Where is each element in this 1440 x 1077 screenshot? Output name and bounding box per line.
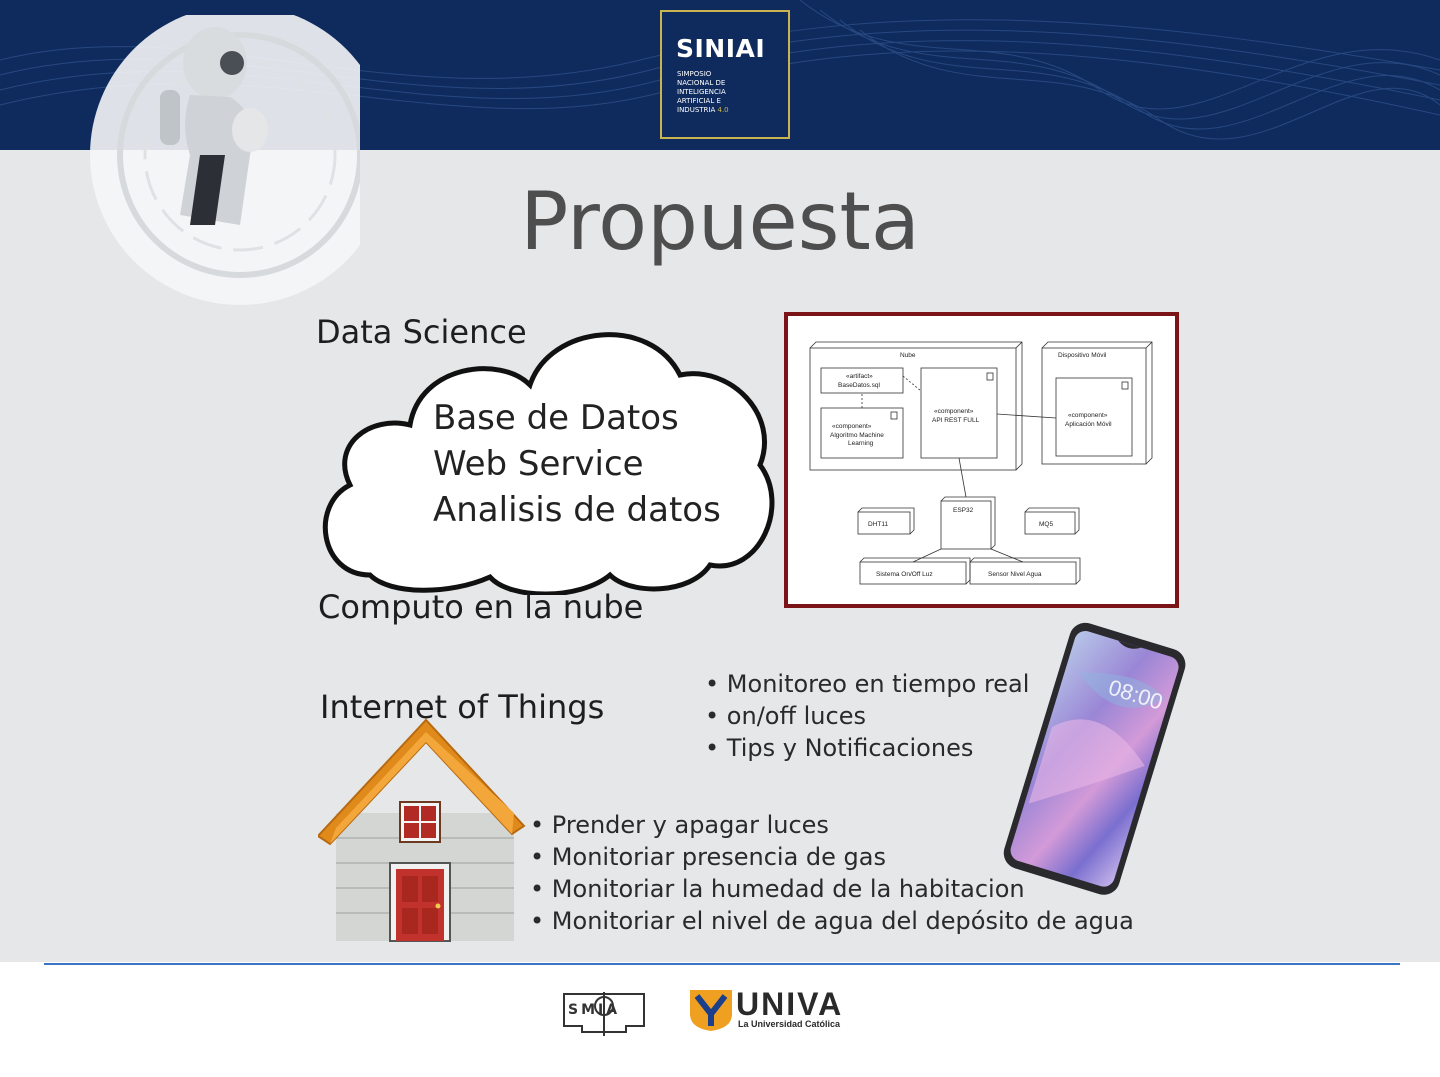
house-item: • Monitoriar la humedad de la habitacion: [530, 875, 1025, 903]
nube-label: Nube: [900, 352, 916, 359]
cloud-item: Analisis de datos: [433, 490, 721, 530]
app-name: Aplicación Móvil: [1065, 421, 1112, 428]
ml-name-line2: Learning: [848, 440, 874, 447]
mobile-node-label: Dispositivo Móvil: [1058, 352, 1107, 359]
smia-text: SMIA: [568, 1002, 621, 1018]
deployment-diagram: Nube Dispositivo Móvil «artifact» BaseDa…: [784, 312, 1179, 608]
house-item-text: Monitoriar presencia de gas: [551, 843, 886, 871]
univa-logo: UNIVA La Universidad Católica: [688, 986, 888, 1034]
robot-illustration: [90, 15, 360, 305]
artifact-stereotype: «artifact»: [846, 373, 873, 380]
artifact-box: [820, 367, 904, 394]
app-stereotype: «component»: [1068, 412, 1108, 419]
logo-industria: INDUSTRIA: [677, 106, 716, 114]
house-item-text: Prender y apagar luces: [551, 811, 829, 839]
logo-title: SINIAI: [676, 34, 766, 63]
artifact-name: BaseDatos.sql: [838, 382, 880, 389]
diagram-canvas: Nube Dispositivo Móvil «artifact» BaseDa…: [809, 341, 1153, 585]
house-item: • Monitoriar presencia de gas: [530, 843, 886, 871]
nube-node: [809, 347, 1017, 471]
univa-shield-icon: [690, 990, 732, 1031]
ml-stereotype: «component»: [832, 423, 872, 430]
house-item: • Prender y apagar luces: [530, 811, 829, 839]
logo-line: SIMPOSIO: [677, 70, 712, 78]
house-item-text: Monitoriar el nivel de agua del depósito…: [551, 907, 1134, 935]
phone-item: • Monitoreo en tiempo real: [705, 670, 1030, 698]
univa-name: UNIVA: [736, 986, 844, 1022]
cloud-computing-label: Computo en la nube: [318, 588, 644, 626]
phone-item-text: Monitoreo en tiempo real: [726, 670, 1030, 698]
light-label: Sistema On/Off Luz: [876, 571, 933, 578]
logo-line: INTELIGENCIA: [677, 88, 726, 96]
phone-item: • on/off luces: [705, 702, 866, 730]
house-item-text: Monitoriar la humedad de la habitacion: [551, 875, 1025, 903]
siniai-logo: SINIAI SIMPOSIO NACIONAL DE INTELIGENCIA…: [660, 10, 790, 139]
logo-line: ARTIFICIAL E: [677, 97, 721, 105]
footer-divider: [44, 963, 1400, 965]
univa-tagline: La Universidad Católica: [738, 1019, 841, 1029]
smartphone-icon: 08:00: [1003, 622, 1186, 895]
ml-name-line1: Algoritmo Machine: [830, 432, 884, 439]
logo-line-last: INDUSTRIA 4.0: [677, 106, 729, 115]
mobile-node: [1041, 347, 1147, 465]
logo-version: 4.0: [717, 106, 729, 114]
phone-item-text: on/off luces: [726, 702, 866, 730]
cloud-item: Web Service: [433, 444, 644, 484]
api-stereotype: «component»: [934, 408, 974, 415]
api-name: API REST FULL: [932, 417, 980, 424]
phone-item-text: Tips y Notificaciones: [726, 734, 974, 762]
cloud-item: Base de Datos: [433, 398, 679, 438]
phone-item: • Tips y Notificaciones: [705, 734, 974, 762]
esp32-label: ESP32: [953, 507, 974, 514]
slide-title: Propuesta: [520, 175, 920, 268]
water-label: Sensor Nivel Agua: [988, 571, 1042, 578]
house-item: • Monitoriar el nivel de agua del depósi…: [530, 907, 1134, 935]
mq5-label: MQ5: [1039, 521, 1053, 528]
house-icon: [318, 718, 526, 942]
logo-line: NACIONAL DE: [677, 79, 726, 87]
dht11-label: DHT11: [868, 521, 888, 528]
smia-logo: SMIA: [560, 988, 648, 1038]
